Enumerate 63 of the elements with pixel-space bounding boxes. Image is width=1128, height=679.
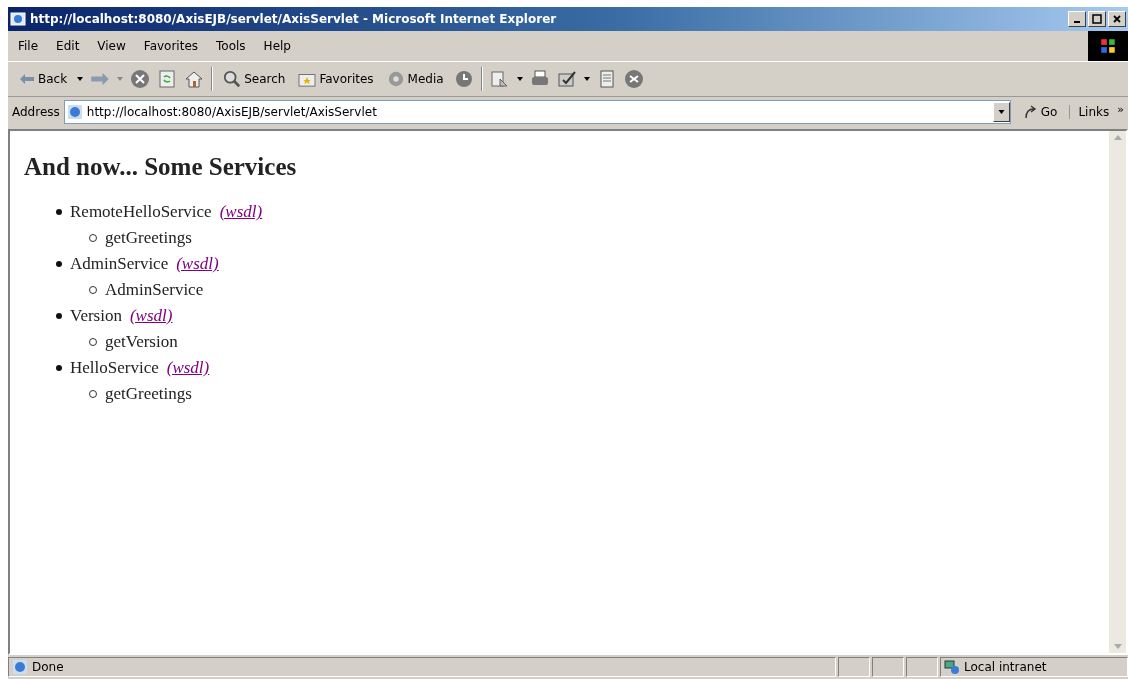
media-button[interactable]: Media — [383, 68, 447, 90]
back-button[interactable]: Back — [16, 70, 71, 88]
status-panel — [872, 657, 904, 677]
star-folder-icon — [298, 71, 317, 87]
minimize-button[interactable] — [1068, 11, 1086, 27]
dropdown-button[interactable] — [992, 102, 1010, 122]
wsdl-link[interactable]: (wsdl) — [176, 254, 219, 274]
wsdl-link[interactable]: (wsdl) — [219, 202, 263, 222]
service-name: HelloService — [70, 358, 159, 378]
home-icon[interactable] — [184, 69, 205, 89]
zone-text: Local intranet — [964, 660, 1047, 674]
service-name: RemoteHelloService — [70, 202, 212, 222]
wsdl-link[interactable]: (wsdl) — [166, 358, 210, 378]
close-icon — [1112, 14, 1122, 24]
service-name: Version — [70, 306, 122, 326]
status-text: Done — [32, 660, 64, 674]
search-button[interactable]: Search — [220, 68, 289, 90]
status-panel — [906, 657, 938, 677]
close-button[interactable] — [1108, 11, 1126, 27]
bullet-icon — [56, 209, 62, 215]
disc-icon — [386, 70, 405, 88]
page-heading: And now... Some Services — [24, 153, 298, 181]
search-icon — [223, 70, 242, 88]
method-name: getGreetings — [105, 384, 192, 404]
browser-icon — [10, 11, 26, 27]
throbber-logo — [1088, 31, 1128, 61]
status-panel — [838, 657, 870, 677]
page-icon — [66, 104, 83, 120]
menu-item[interactable]: Help — [257, 37, 297, 55]
window-title: http://localhost:8080/AxisEJB/servlet/AxisServlet - Microsoft Internet Explorer — [30, 12, 557, 26]
address-label: Address — [12, 105, 60, 119]
caret-icon[interactable] — [583, 77, 590, 81]
minimize-icon — [1074, 21, 1080, 23]
caret-icon[interactable] — [77, 77, 84, 81]
edit-icon[interactable] — [556, 69, 577, 89]
bullet-icon — [56, 261, 62, 267]
caret-icon[interactable] — [516, 77, 523, 81]
stop-icon[interactable] — [130, 69, 151, 89]
wsdl-link[interactable]: (wsdl) — [129, 306, 173, 326]
menu-item[interactable]: Edit — [50, 37, 86, 55]
service-name: AdminService — [70, 254, 169, 274]
method-name: getGreetings — [105, 228, 192, 248]
links-button[interactable]: Links — [1069, 105, 1114, 119]
menu-item[interactable]: File — [12, 37, 45, 55]
bullet-icon — [56, 365, 62, 371]
favorites-button[interactable]: Favorites — [295, 69, 377, 89]
caret-icon — [997, 110, 1005, 114]
method-name: getVersion — [105, 332, 178, 352]
chevron-icon[interactable]: » — [1117, 97, 1128, 116]
back-arrow-icon — [19, 73, 35, 85]
menu-item[interactable]: Favorites — [137, 37, 205, 55]
network-icon — [944, 659, 960, 675]
address-field[interactable]: http://localhost:8080/AxisEJB/servlet/AxisServlet — [63, 100, 1011, 124]
history-icon[interactable] — [453, 69, 474, 89]
go-button[interactable]: Go — [1014, 105, 1066, 119]
bullet-icon — [56, 313, 62, 319]
refresh-icon[interactable] — [157, 69, 178, 89]
maximize-icon — [1092, 14, 1102, 24]
method-name: AdminService — [105, 280, 204, 300]
page-icon — [12, 659, 28, 675]
menu-item[interactable]: View — [91, 37, 132, 55]
menu-item[interactable]: Tools — [210, 37, 252, 55]
maximize-button[interactable] — [1088, 11, 1106, 27]
